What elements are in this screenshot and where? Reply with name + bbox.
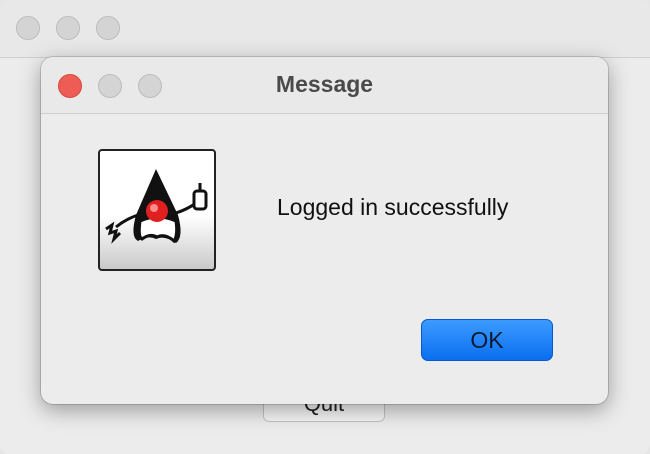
message-dialog: Message Logged in successfully OK — [41, 57, 608, 404]
dialog-title: Message — [275, 71, 374, 97]
message-text: Logged in successfully — [277, 194, 509, 220]
duke-icon-graphic — [105, 169, 208, 244]
background-minimize-button[interactable] — [56, 16, 80, 40]
duke-java-mascot-icon — [98, 149, 216, 271]
ok-button[interactable]: OK — [421, 319, 553, 361]
dialog-titlebar: Message — [41, 57, 608, 114]
background-zoom-button[interactable] — [96, 16, 120, 40]
background-close-button[interactable] — [16, 16, 40, 40]
background-titlebar — [0, 0, 650, 58]
